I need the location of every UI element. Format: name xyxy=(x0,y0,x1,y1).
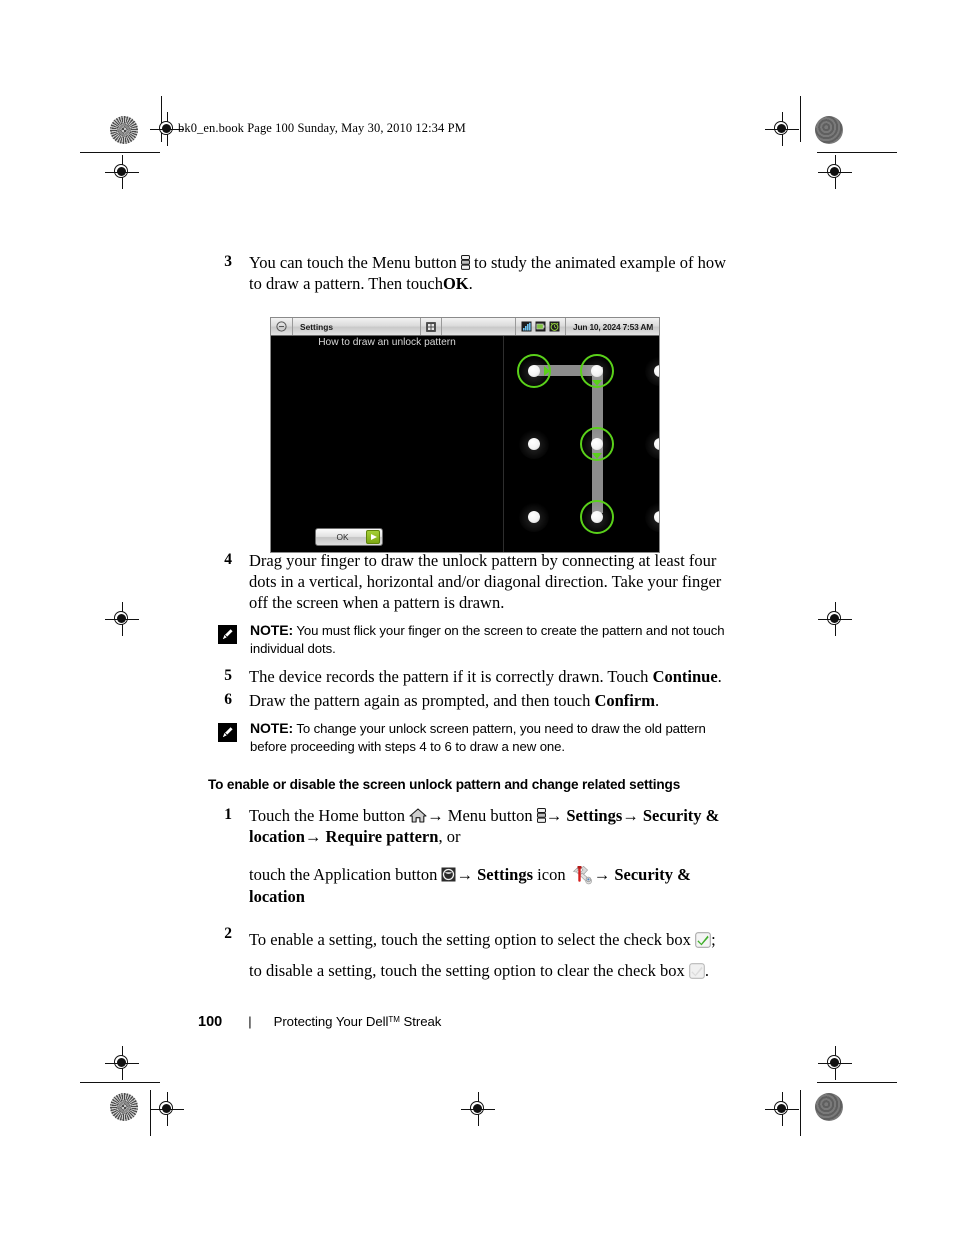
step-5-bold: Continue xyxy=(652,667,718,686)
s1-arrow-3: → xyxy=(622,806,639,825)
section-step-2: 2 To enable a setting, touch the setting… xyxy=(208,924,728,986)
section-step-2-text: To enable a setting, touch the setting o… xyxy=(232,924,716,986)
registration-mark xyxy=(818,1046,852,1080)
s1-tail: , or xyxy=(438,827,461,846)
step-6-tail: . xyxy=(654,691,660,710)
note-2-label: NOTE: xyxy=(250,720,294,736)
trim-line xyxy=(800,96,801,142)
step-5-number: 5 xyxy=(224,667,232,684)
step-6-number: 6 xyxy=(224,691,232,708)
s1-b: Menu button xyxy=(447,806,533,825)
section-step-2-number: 2 xyxy=(224,925,232,942)
s2-line2-after: . xyxy=(704,961,710,980)
s1alt-b: icon xyxy=(537,865,566,884)
footer-title-end: Streak xyxy=(399,1014,442,1029)
step-4-text: Drag your finger to draw the unlock patt… xyxy=(249,551,722,612)
section-step-1: 1 Touch the Home button → Menu button → … xyxy=(208,805,728,847)
step-5-tail: . xyxy=(717,667,722,686)
footer-separator: | xyxy=(248,1014,252,1029)
trim-line xyxy=(80,1082,160,1083)
menu-button-icon xyxy=(460,255,470,270)
s1alt-b-bold: Settings xyxy=(477,865,534,884)
print-density-circle xyxy=(815,1093,843,1121)
print-density-circle xyxy=(815,116,843,144)
footer-title-main: Protecting Your Dell xyxy=(273,1014,389,1029)
note-1-body: You must flick your finger on the screen… xyxy=(250,623,725,656)
step-4-number: 4 xyxy=(224,551,232,568)
section-step-1-alt-number xyxy=(208,864,232,865)
registration-mark xyxy=(105,602,139,636)
s1-arrow-4: → xyxy=(304,827,322,846)
note-pencil-icon xyxy=(218,625,237,644)
section-heading: To enable or disable the screen unlock p… xyxy=(208,777,681,792)
section-step-1-text: Touch the Home button → Menu button → Se… xyxy=(232,805,728,847)
registration-mark xyxy=(818,155,852,189)
figure-spacer xyxy=(208,296,728,550)
step-3-text: You can touch the Menu button to study t… xyxy=(232,252,728,294)
section-step-1-alt: touch the Application button → Settings … xyxy=(208,864,728,907)
s1-arrow-2: → xyxy=(545,806,563,825)
step-6: 6 Draw the pattern again as prompted, an… xyxy=(208,690,728,711)
step-3-tail: . xyxy=(468,274,473,293)
step-6-text: Draw the pattern again as prompted, and … xyxy=(232,690,659,711)
footer-title: Protecting Your DellTM Streak xyxy=(274,1014,442,1029)
s1alt-arrow-1: → xyxy=(456,865,473,884)
trim-line xyxy=(817,152,897,153)
step-3-text-before: You can touch the Menu button xyxy=(249,253,457,272)
registration-mark xyxy=(765,112,799,146)
print-density-circle xyxy=(110,116,138,144)
s1alt-a: touch the Application button xyxy=(249,865,438,884)
note-block-1: NOTE: You must flick your finger on the … xyxy=(218,622,728,657)
registration-mark xyxy=(818,602,852,636)
step-6-bold: Confirm xyxy=(594,691,655,710)
print-density-circle xyxy=(110,1093,138,1121)
section-step-1-alt-text: touch the Application button → Settings … xyxy=(232,864,728,907)
note-pencil-icon xyxy=(218,723,237,742)
section-step-1-number: 1 xyxy=(224,806,232,823)
trim-line xyxy=(800,1090,801,1136)
registration-mark xyxy=(765,1092,799,1126)
step-3-number: 3 xyxy=(224,253,232,270)
s1-c: Settings xyxy=(566,806,623,825)
note-2-body: To change your unlock screen pattern, yo… xyxy=(250,721,706,754)
s1-e: Require pattern xyxy=(325,827,439,846)
s1-arrow-1: → xyxy=(427,806,444,825)
page-footer: 100 | Protecting Your DellTM Streak xyxy=(198,1014,441,1030)
checkbox-unchecked-icon xyxy=(689,963,705,979)
step-4: 4 Drag your finger to draw the unlock pa… xyxy=(208,550,728,613)
s1alt-arrow-2: → xyxy=(593,865,611,884)
home-icon xyxy=(409,808,427,823)
note-1-text: NOTE: You must flick your finger on the … xyxy=(237,622,728,657)
trim-line xyxy=(817,1082,897,1083)
s1-a: Touch the Home button xyxy=(249,806,406,825)
step-5-text-before: The device records the pattern if it is … xyxy=(249,667,649,686)
step-3: 3 You can touch the Menu button to study… xyxy=(208,252,728,294)
step-5: 5 The device records the pattern if it i… xyxy=(208,666,728,687)
trim-line xyxy=(80,152,160,153)
step-5-text: The device records the pattern if it is … xyxy=(232,666,722,687)
s2-line2-before: to disable a setting, touch the setting … xyxy=(249,961,685,980)
application-button-icon xyxy=(441,867,456,882)
s2-line1-after: ; xyxy=(711,930,716,949)
s2-line1-before: To enable a setting, touch the setting o… xyxy=(249,930,691,949)
menu-button-icon xyxy=(536,808,546,823)
note-block-2: NOTE: To change your unlock screen patte… xyxy=(218,720,728,755)
note-2-text: NOTE: To change your unlock screen patte… xyxy=(237,720,728,755)
registration-mark xyxy=(461,1092,495,1126)
file-header-text: bk0_en.book Page 100 Sunday, May 30, 201… xyxy=(178,121,466,135)
footer-page-number: 100 xyxy=(198,1014,223,1030)
settings-tools-icon xyxy=(572,866,592,885)
registration-mark xyxy=(105,155,139,189)
checkbox-checked-icon xyxy=(695,932,711,948)
registration-mark xyxy=(105,1046,139,1080)
step-6-text-before: Draw the pattern again as prompted, and … xyxy=(249,691,591,710)
registration-mark xyxy=(150,1092,184,1126)
note-1-label: NOTE: xyxy=(250,622,294,638)
step-3-bold: OK xyxy=(442,274,469,293)
footer-trademark: TM xyxy=(388,1015,400,1024)
page-content: 3 You can touch the Menu button to study… xyxy=(208,252,728,988)
